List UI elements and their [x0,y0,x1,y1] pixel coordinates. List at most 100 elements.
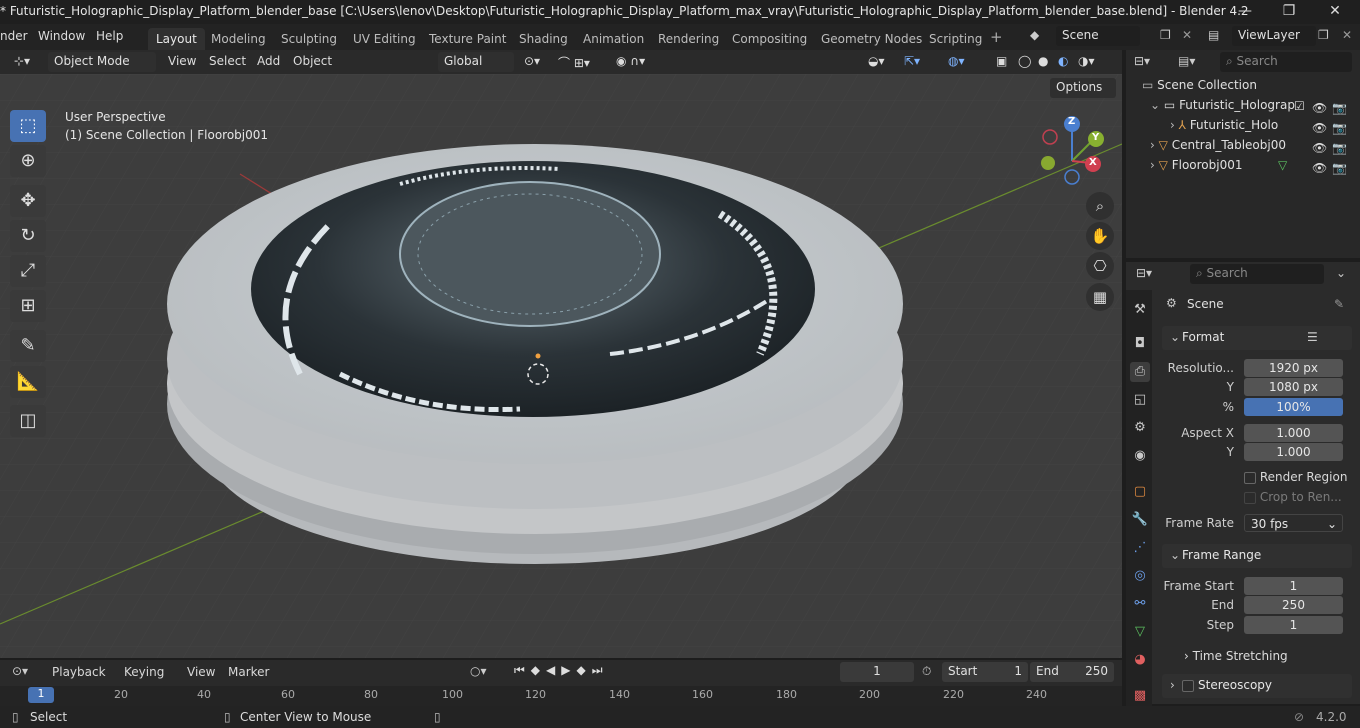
data-tab-icon[interactable]: ▽ [1130,622,1150,642]
time-stretching-subpanel[interactable]: › Time Stretching [1184,649,1288,663]
gizmo-x-label[interactable]: X [1089,157,1097,168]
add-cube-tool-icon[interactable]: ◫ [10,405,46,437]
scene-selector[interactable]: Scene [1056,26,1140,46]
physics-tab-icon[interactable]: ◎ [1130,566,1150,586]
frame-step-field[interactable]: 1 [1244,616,1343,634]
transform-tool-icon[interactable]: ⊞ [10,290,46,322]
chevron-right-icon[interactable]: › [1150,158,1155,172]
frame-end-field[interactable]: 250 [1244,596,1343,614]
crop-checkbox[interactable]: Crop to Ren... [1244,490,1342,504]
tab-modeling[interactable]: Modeling [203,28,274,50]
menu-help[interactable]: Help [96,29,123,43]
tab-uv-editing[interactable]: UV Editing [345,28,424,50]
exclude-checkbox-icon[interactable]: ☑ [1294,99,1305,113]
options-dropdown[interactable]: Options [1050,78,1116,98]
chevron-right-icon[interactable]: › [1170,118,1175,132]
annotate-tool-icon[interactable]: ✎ [10,330,46,362]
solid-shading-icon[interactable]: ● [1038,54,1048,68]
playhead[interactable]: 1 [28,687,54,703]
pin-icon[interactable]: ✎ [1334,297,1344,311]
frame-rate-dropdown[interactable]: 30 fps ⌄ [1244,514,1343,532]
texture-tab-icon[interactable]: ▩ [1130,686,1150,706]
constraints-tab-icon[interactable]: ⚯ [1130,594,1150,614]
presets-icon[interactable]: ☰ [1307,330,1318,344]
scale-tool-icon[interactable]: ⤢ [10,255,46,287]
render-tab-icon[interactable]: ◘ [1130,334,1150,354]
playback-controls[interactable]: ⏮◆◀▶◆⏭ [514,663,609,678]
overlay-toggle-icon[interactable]: ◍▾ [948,54,965,68]
world-tab-icon[interactable]: ◉ [1130,446,1150,466]
timeline-end-field[interactable]: End 250 [1030,662,1114,682]
delete-viewlayer-icon[interactable]: ✕ [1342,28,1352,42]
maximize-button[interactable]: ❐ [1266,0,1312,24]
select-box-tool-icon[interactable]: ⬚ [10,110,46,142]
chevron-down-icon[interactable]: ⌄ [1170,548,1180,562]
menu-view[interactable]: View [168,54,196,68]
gizmo-toggle-icon[interactable]: ⇱▾ [904,54,920,68]
outliner-row-floor[interactable]: › ▽ Floorobj001 [1150,158,1360,178]
outliner-row-futuristic-collection[interactable]: ⌄ ▭ Futuristic_Holograp [1150,98,1360,118]
format-panel-header[interactable]: Format [1162,326,1352,350]
tab-rendering[interactable]: Rendering [650,28,727,50]
current-frame-field[interactable]: 1 [840,662,914,682]
new-scene-icon[interactable]: ❐ [1160,28,1171,42]
menu-window[interactable]: Window [38,29,85,43]
tool-tab-icon[interactable]: ⚒ [1130,300,1150,320]
scene-icon[interactable]: ◆ [1030,28,1039,42]
menu-marker[interactable]: Marker [228,665,269,679]
stopwatch-icon[interactable]: ⏱ [922,664,931,679]
3d-viewport[interactable]: User Perspective (1) Scene Collection | … [0,74,1122,658]
aspect-x-field[interactable]: 1.000 [1244,424,1343,442]
minimize-button[interactable]: — [1222,0,1268,24]
pan-hand-icon[interactable]: ✋ [1086,222,1114,250]
viewlayer-icon[interactable]: ▤ [1208,28,1219,42]
render-region-checkbox[interactable]: Render Region [1244,470,1347,484]
modifier-tab-icon[interactable]: 🔧 [1130,510,1150,530]
particles-tab-icon[interactable]: ⋰ [1130,538,1150,558]
ortho-grid-icon[interactable]: ▦ [1086,283,1114,311]
menu-blender[interactable]: nder [0,29,28,43]
stereoscopy-panel-header[interactable]: Stereoscopy [1162,674,1352,698]
outliner-editor-icon[interactable]: ⊟▾ [1134,54,1150,68]
gizmo-z-label[interactable]: Z [1068,116,1075,127]
visibility-column[interactable]: 👁 👁 👁 👁 [1312,98,1327,178]
tab-compositing[interactable]: Compositing [724,28,815,50]
close-button[interactable]: ✕ [1312,0,1358,24]
output-tab-icon[interactable]: ⎙ [1130,362,1150,382]
object-tab-icon[interactable]: ▢ [1130,482,1150,502]
pivot-icon[interactable]: ⊙▾ [524,54,540,68]
proportional-edit-icon[interactable]: ◉ ∩▾ [616,54,645,68]
chevron-down-icon[interactable]: ⌄ [1336,266,1346,280]
tab-texture-paint[interactable]: Texture Paint [421,28,514,50]
chevron-down-icon[interactable]: ⌄ [1170,330,1180,344]
outliner-search[interactable]: ⌕ Search [1220,52,1352,72]
xray-icon[interactable]: ▣ [996,54,1007,68]
move-tool-icon[interactable]: ✥ [10,185,46,217]
timeline-ruler[interactable]: 1 20 40 60 80 100 120 140 160 180 200 22… [0,686,1122,706]
material-shading-icon[interactable]: ◐ [1058,54,1068,68]
tab-layout[interactable]: Layout [148,28,205,50]
mode-dropdown[interactable]: Object Mode [48,52,156,72]
scene-tab-icon[interactable]: ⚙ [1130,418,1150,438]
resolution-x-field[interactable]: 1920 px [1244,359,1343,377]
menu-playback[interactable]: Playback [52,665,106,679]
timeline-start-field[interactable]: Start 1 [942,662,1028,682]
tab-animation[interactable]: Animation [575,28,652,50]
frame-start-field[interactable]: 1 [1244,577,1343,595]
resolution-percent-field[interactable]: 100% [1244,398,1343,416]
tab-scripting[interactable]: Scripting [921,28,990,50]
camera-view-icon[interactable]: ⎔ [1086,252,1114,280]
cursor-tool-icon[interactable]: ⊕ [10,145,46,177]
add-workspace-icon[interactable]: + [990,28,1003,46]
auto-keying-icon[interactable]: ○▾ [470,664,487,678]
measure-tool-icon[interactable]: 📐 [10,366,46,398]
outliner-row-scene-collection[interactable]: ▭ Scene Collection [1142,78,1360,98]
gizmo-y-label[interactable]: Y [1092,132,1099,143]
material-tab-icon[interactable]: ◕ [1130,650,1150,670]
resolution-y-field[interactable]: 1080 px [1244,378,1343,396]
menu-add[interactable]: Add [257,54,280,68]
render-column[interactable]: 📷 📷 📷 📷 [1332,98,1347,178]
menu-keying[interactable]: Keying [124,665,164,679]
tab-sculpting[interactable]: Sculpting [273,28,345,50]
editor-type-icon[interactable]: ⊹▾ [14,54,30,68]
